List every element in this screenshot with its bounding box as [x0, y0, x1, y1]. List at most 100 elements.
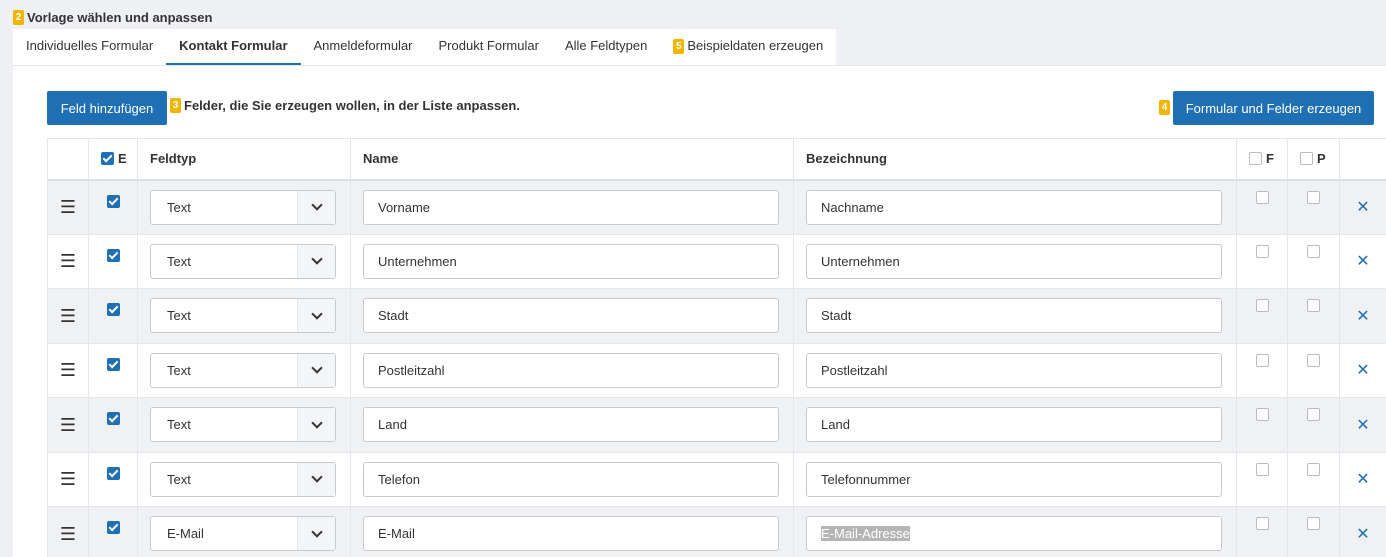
f-cell [1236, 342, 1288, 398]
p-checkbox[interactable] [1307, 190, 1320, 204]
close-icon[interactable]: ✕ [1356, 253, 1369, 270]
drag-handle[interactable]: ☰ [47, 451, 89, 507]
f-checkbox[interactable] [1255, 353, 1269, 367]
select-all-checkbox[interactable] [101, 152, 114, 166]
field-name-input[interactable]: Unternehmen [363, 243, 779, 279]
field-name-input[interactable]: Telefon [363, 461, 779, 497]
field-label-value: E-Mail-Adresse [821, 526, 910, 542]
field-type-select[interactable]: E-Mail [150, 516, 336, 552]
drag-handle[interactable]: ☰ [47, 506, 89, 557]
f-checkbox[interactable] [1255, 408, 1269, 422]
enabled-checkbox[interactable] [106, 466, 120, 480]
field-type-select[interactable]: Text [150, 298, 336, 334]
field-name-input[interactable]: Vorname [363, 189, 779, 225]
p-cell [1287, 397, 1340, 453]
create-form-button[interactable]: Formular und Felder erzeugen [1173, 91, 1374, 125]
dropdown-toggle[interactable] [297, 299, 335, 333]
label-cell: Land [793, 397, 1237, 453]
hamburger-icon[interactable]: ☰ [60, 198, 76, 216]
field-label-input[interactable]: Nachname [806, 189, 1222, 225]
f-checkbox[interactable] [1255, 299, 1269, 313]
p-checkbox[interactable] [1307, 408, 1320, 422]
close-icon[interactable]: ✕ [1356, 362, 1369, 379]
field-type-select[interactable]: Text [150, 461, 336, 497]
drag-handle[interactable]: ☰ [47, 342, 89, 398]
name-cell: E-Mail [350, 506, 794, 557]
field-label-input[interactable]: E-Mail-Adresse [806, 516, 1222, 552]
enabled-checkbox[interactable] [106, 412, 120, 426]
p-cell [1287, 233, 1340, 289]
type-cell: Text [137, 451, 351, 507]
editor-panel: Feld hinzufügen 3 Felder, die Sie erzeug… [13, 65, 1386, 557]
field-label-input[interactable]: Telefonnummer [806, 461, 1222, 497]
hamburger-icon[interactable]: ☰ [60, 416, 76, 434]
p-checkbox[interactable] [1307, 299, 1320, 313]
tab-alle-feldtypen[interactable]: Alle Feldtypen [552, 29, 660, 65]
field-name-input[interactable]: Stadt [363, 298, 779, 334]
f-checkbox[interactable] [1255, 190, 1269, 204]
f-cell [1236, 179, 1288, 235]
f-cell [1236, 233, 1288, 289]
field-name-input[interactable]: Land [363, 407, 779, 443]
close-icon[interactable]: ✕ [1356, 471, 1369, 488]
p-checkbox[interactable] [1307, 517, 1320, 531]
drag-handle[interactable]: ☰ [47, 233, 89, 289]
header-p-checkbox[interactable] [1300, 152, 1313, 166]
dropdown-toggle[interactable] [297, 517, 335, 551]
enabled-checkbox[interactable] [106, 194, 120, 208]
field-label-input[interactable]: Land [806, 407, 1222, 443]
close-icon[interactable]: ✕ [1356, 417, 1369, 434]
drag-handle[interactable]: ☰ [47, 288, 89, 344]
tab-produkt-formular[interactable]: Produkt Formular [426, 29, 552, 65]
tab-kontakt-formular[interactable]: Kontakt Formular [166, 29, 301, 65]
field-type-value: E-Mail [167, 526, 204, 542]
step-badge-3: 3 [170, 98, 181, 113]
label-cell: Stadt [793, 288, 1237, 344]
dropdown-toggle[interactable] [297, 353, 335, 387]
p-checkbox[interactable] [1307, 353, 1320, 367]
field-type-select[interactable]: Text [150, 407, 336, 443]
label-cell: Nachname [793, 179, 1237, 235]
p-checkbox[interactable] [1307, 244, 1320, 258]
close-icon[interactable]: ✕ [1356, 199, 1369, 216]
close-icon[interactable]: ✕ [1356, 526, 1369, 543]
dropdown-toggle[interactable] [297, 190, 335, 224]
tab-individuelles-formular[interactable]: Individuelles Formular [13, 29, 166, 65]
header-f-checkbox[interactable] [1249, 152, 1262, 166]
dropdown-toggle[interactable] [297, 408, 335, 442]
type-cell: Text [137, 397, 351, 453]
close-icon[interactable]: ✕ [1356, 308, 1369, 325]
hamburger-icon[interactable]: ☰ [60, 470, 76, 488]
drag-handle[interactable]: ☰ [47, 179, 89, 235]
dropdown-toggle[interactable] [297, 244, 335, 278]
enabled-checkbox[interactable] [106, 521, 120, 535]
field-name-value: Postleitzahl [378, 362, 445, 378]
field-type-select[interactable]: Text [150, 189, 336, 225]
field-type-select[interactable]: Text [150, 243, 336, 279]
enabled-checkbox[interactable] [106, 357, 120, 371]
field-label-value: Nachname [821, 199, 884, 215]
table-row: ☰ Text Land Land ✕ [47, 397, 1386, 453]
hamburger-icon[interactable]: ☰ [60, 307, 76, 325]
dropdown-toggle[interactable] [297, 462, 335, 496]
drag-handle[interactable]: ☰ [47, 397, 89, 453]
p-checkbox[interactable] [1307, 462, 1320, 476]
field-label-input[interactable]: Postleitzahl [806, 352, 1222, 388]
field-type-select[interactable]: Text [150, 352, 336, 388]
f-checkbox[interactable] [1255, 462, 1269, 476]
add-field-button[interactable]: Feld hinzufügen [47, 91, 167, 125]
tab-anmeldeformular[interactable]: Anmeldeformular [301, 29, 426, 65]
hamburger-icon[interactable]: ☰ [60, 361, 76, 379]
hamburger-icon[interactable]: ☰ [60, 525, 76, 543]
field-label-input[interactable]: Unternehmen [806, 243, 1222, 279]
field-name-input[interactable]: E-Mail [363, 516, 779, 552]
p-cell [1287, 179, 1340, 235]
f-checkbox[interactable] [1255, 517, 1269, 531]
enabled-checkbox[interactable] [106, 248, 120, 262]
f-checkbox[interactable] [1255, 244, 1269, 258]
enabled-checkbox[interactable] [106, 303, 120, 317]
field-name-input[interactable]: Postleitzahl [363, 352, 779, 388]
hamburger-icon[interactable]: ☰ [60, 252, 76, 270]
field-label-input[interactable]: Stadt [806, 298, 1222, 334]
tab-beispieldaten-erzeugen[interactable]: 5 Beispieldaten erzeugen [660, 29, 836, 65]
